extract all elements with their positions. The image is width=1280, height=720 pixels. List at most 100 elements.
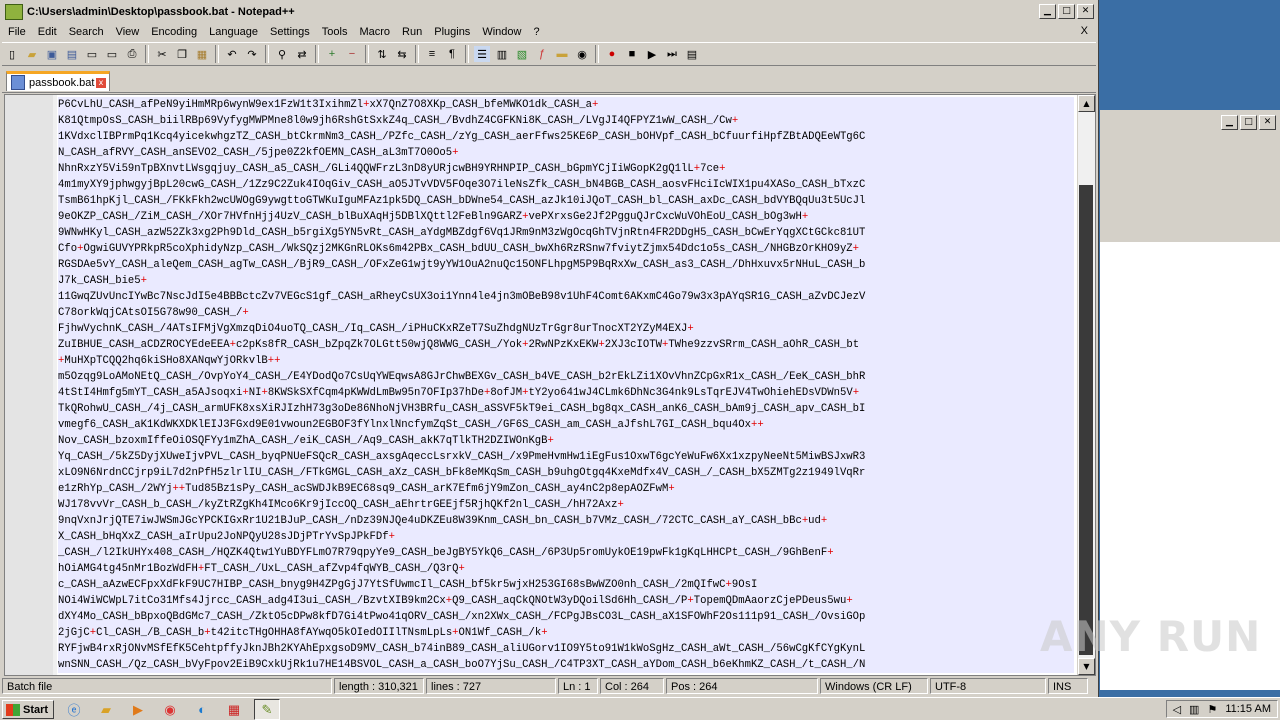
- menu-help[interactable]: ?: [527, 26, 545, 38]
- close-file-icon[interactable]: ▭: [84, 46, 100, 62]
- sync-h-icon[interactable]: ⇆: [394, 46, 410, 62]
- code-line[interactable]: 9WNwHKyl_CASH_azW52Zk3xg2Ph9Dld_CASH_b5r…: [58, 225, 1074, 241]
- paste-icon[interactable]: ▦: [194, 46, 210, 62]
- ie-icon[interactable]: ⓔ: [62, 700, 86, 719]
- scroll-thumb[interactable]: [1079, 185, 1093, 655]
- sync-v-icon[interactable]: ⇅: [374, 46, 390, 62]
- menu-view[interactable]: View: [110, 26, 146, 38]
- close-document-button[interactable]: X: [1081, 25, 1088, 37]
- code-line[interactable]: FjhwVychnK_CASH_/4ATsIFMjVgXmzqDiO4uoTQ_…: [58, 321, 1074, 337]
- new-icon[interactable]: ▯: [4, 46, 20, 62]
- stop-icon[interactable]: ■: [624, 46, 640, 62]
- bg-maximize-button[interactable]: □: [1240, 115, 1257, 130]
- code-line[interactable]: 11GwqZUvUncIYwBc7NscJdI5e4BBBctcZv7VEGcS…: [58, 289, 1074, 305]
- code-line[interactable]: P6CvLhU_CASH_afPeN9yiHmMRp6wynW9ex1FzW1t…: [58, 97, 1074, 113]
- code-line[interactable]: TsmB61hpKjl_CASH_/FKkFkh2wcUWOgG9ywgttoG…: [58, 193, 1074, 209]
- record-icon[interactable]: ●: [604, 46, 620, 62]
- code-line[interactable]: m5Ozqg9LoAMoNEtQ_CASH_/OvpYoY4_CASH_/E4Y…: [58, 369, 1074, 385]
- save-icon[interactable]: ▣: [44, 46, 60, 62]
- folder-icon[interactable]: ▬: [554, 46, 570, 62]
- bg-close-button[interactable]: ✕: [1259, 115, 1276, 130]
- status-eol[interactable]: Windows (CR LF): [820, 678, 928, 694]
- chrome-icon[interactable]: ◉: [158, 700, 182, 719]
- title-bar[interactable]: C:\Users\admin\Desktop\passbook.bat - No…: [2, 2, 1096, 21]
- code-line[interactable]: Yq_CASH_/5kZ5DyjXUweIjvPVL_CASH_byqPNUeF…: [58, 449, 1074, 465]
- code-line[interactable]: NhnRxzY5Vi59nTpBXnvtLWsgqjuy_CASH_a5_CAS…: [58, 161, 1074, 177]
- menu-tools[interactable]: Tools: [316, 26, 354, 38]
- menu-run[interactable]: Run: [396, 26, 428, 38]
- code-line[interactable]: NOi4WiWCWpL7itCo31Mfs4Jjrcc_CASH_adg4I3u…: [58, 593, 1074, 609]
- find-icon[interactable]: ⚲: [274, 46, 290, 62]
- vertical-scrollbar[interactable]: ▲ ▼: [1077, 95, 1095, 675]
- tab-passbook[interactable]: passbook.bat x: [6, 71, 110, 91]
- indent-guide-icon[interactable]: ☰: [474, 46, 490, 62]
- speaker-icon[interactable]: ◁: [1173, 703, 1181, 716]
- code-line[interactable]: c_CASH_aAzwECFpxXdFkF9UC7HIBP_CASH_bnyg9…: [58, 577, 1074, 593]
- code-line[interactable]: J7k_CASH_bie5+: [58, 273, 1074, 289]
- code-line[interactable]: RGSDAe5vY_CASH_aleQem_CASH_agTw_CASH_/Bj…: [58, 257, 1074, 273]
- play-icon[interactable]: ▶: [644, 46, 660, 62]
- code-line[interactable]: wnSNN_CASH_/Qz_CASH_bVyFpov2EiB9CxkUjRk1…: [58, 657, 1074, 673]
- code-line[interactable]: 2jGjC+Cl_CASH_/B_CASH_b+t42itcTHgOHHA8fA…: [58, 625, 1074, 641]
- code-line[interactable]: Cfo+OgwiGUVYPRkpR5coXphidyNzp_CASH_/WkSQ…: [58, 241, 1074, 257]
- bg-minimize-button[interactable]: ▁: [1221, 115, 1238, 130]
- scroll-up-icon[interactable]: ▲: [1078, 95, 1095, 112]
- explorer-icon[interactable]: ▰: [94, 700, 118, 719]
- open-icon[interactable]: ▰: [24, 46, 40, 62]
- menu-language[interactable]: Language: [203, 26, 264, 38]
- menu-encoding[interactable]: Encoding: [145, 26, 203, 38]
- print-icon[interactable]: ⎙: [124, 46, 140, 62]
- code-line[interactable]: X_CASH_bHqXxZ_CASH_aIrUpu2JoNPQyU28sJDjP…: [58, 529, 1074, 545]
- cut-icon[interactable]: ✂: [154, 46, 170, 62]
- menu-window[interactable]: Window: [476, 26, 527, 38]
- udl-icon[interactable]: ▥: [494, 46, 510, 62]
- code-line[interactable]: TkQRohwU_CASH_/4j_CASH_armUFK8xsXiRJIzhH…: [58, 401, 1074, 417]
- menu-settings[interactable]: Settings: [264, 26, 316, 38]
- code-line[interactable]: +MuHXpTCQQ2hq6kiSHo8XANqwYjORkvlB++: [58, 353, 1074, 369]
- close-all-icon[interactable]: ▭: [104, 46, 120, 62]
- play-multi-icon[interactable]: ⏭: [664, 46, 680, 62]
- code-line[interactable]: 9eOKZP_CASH_/ZiM_CASH_/XOr7HVfnHjj4UzV_C…: [58, 209, 1074, 225]
- minimize-button[interactable]: ▁: [1039, 4, 1056, 19]
- flag-icon[interactable]: ⚑: [1207, 703, 1217, 716]
- save-all-icon[interactable]: ▤: [64, 46, 80, 62]
- status-encoding[interactable]: UTF-8: [930, 678, 1046, 694]
- menu-search[interactable]: Search: [63, 26, 110, 38]
- function-list-icon[interactable]: ƒ: [534, 46, 550, 62]
- doc-map-icon[interactable]: ▧: [514, 46, 530, 62]
- code-line[interactable]: 1KVdxclIBPrmPq1Kcq4yicekwhgzTZ_CASH_btCk…: [58, 129, 1074, 145]
- code-area[interactable]: P6CvLhU_CASH_afPeN9yiHmMRp6wynW9ex1FzW1t…: [58, 97, 1074, 673]
- wrap-icon[interactable]: ≡: [424, 46, 440, 62]
- code-line[interactable]: vmegf6_CASH_aK1KdWKXDKlEIJ3FGxd9E01vwoun…: [58, 417, 1074, 433]
- code-line[interactable]: xLO9N6NrdnCCjrp9iL7d2nPfH5zlrlIU_CASH_/F…: [58, 465, 1074, 481]
- code-line[interactable]: 4tStI4Hmfg5mYT_CASH_a5AJsoqxi+NI+8KWSkSX…: [58, 385, 1074, 401]
- code-line[interactable]: K81QtmpOsS_CASH_biilRBp69VyfygMWPMne8l0w…: [58, 113, 1074, 129]
- code-line[interactable]: WJ178vvVr_CASH_b_CASH_/kyZtRZgKh4IMco6Kr…: [58, 497, 1074, 513]
- replace-icon[interactable]: ⇄: [294, 46, 310, 62]
- code-line[interactable]: 4m1myXY9jphwgyjBpL20cwG_CASH_/1Zz9C2Zuk4…: [58, 177, 1074, 193]
- code-line[interactable]: RYFjwB4rxRjONvMSfEfK5CehtpffyJknJBh2KYAh…: [58, 641, 1074, 657]
- zoom-in-icon[interactable]: +: [324, 46, 340, 62]
- code-line[interactable]: _CASH_/l2IkUHYx408_CASH_/HQZK4Qtw1YuBDYF…: [58, 545, 1074, 561]
- save-macro-icon[interactable]: ▤: [684, 46, 700, 62]
- clock[interactable]: 11:15 AM: [1225, 703, 1271, 715]
- menu-plugins[interactable]: Plugins: [428, 26, 476, 38]
- code-line[interactable]: C78orkWqjCAtsOI5G78w90_CASH_/+: [58, 305, 1074, 321]
- editor[interactable]: P6CvLhU_CASH_afPeN9yiHmMRp6wynW9ex1FzW1t…: [4, 94, 1096, 676]
- start-button[interactable]: Start: [2, 700, 54, 719]
- edge-icon[interactable]: ◐: [190, 700, 214, 719]
- code-line[interactable]: Nov_CASH_bzoxmIffeOiOSQFYy1mZhA_CASH_/ei…: [58, 433, 1074, 449]
- monitor-icon[interactable]: ◉: [574, 46, 590, 62]
- all-chars-icon[interactable]: ¶: [444, 46, 460, 62]
- code-line[interactable]: dXY4Mo_CASH_bBpxoQBdGMc7_CASH_/ZktO5cDPw…: [58, 609, 1074, 625]
- app-grid-icon[interactable]: ▦: [222, 700, 246, 719]
- code-line[interactable]: ZuIBHUE_CASH_aCDZROCYEdeEEA+c2pKs8fR_CAS…: [58, 337, 1074, 353]
- menu-file[interactable]: File: [2, 26, 32, 38]
- undo-icon[interactable]: ↶: [224, 46, 240, 62]
- maximize-button[interactable]: □: [1058, 4, 1075, 19]
- code-line[interactable]: hOiAMG4tg45nMr1BozWdFH+FT_CASH_/UxL_CASH…: [58, 561, 1074, 577]
- zoom-out-icon[interactable]: −: [344, 46, 360, 62]
- code-line[interactable]: e1zRhYp_CASH_/2WYj++Tud85Bz1sPy_CASH_acS…: [58, 481, 1074, 497]
- code-line[interactable]: N_CASH_afRVY_CASH_anSEVO2_CASH_/5jpe0Z2k…: [58, 145, 1074, 161]
- menu-macro[interactable]: Macro: [353, 26, 396, 38]
